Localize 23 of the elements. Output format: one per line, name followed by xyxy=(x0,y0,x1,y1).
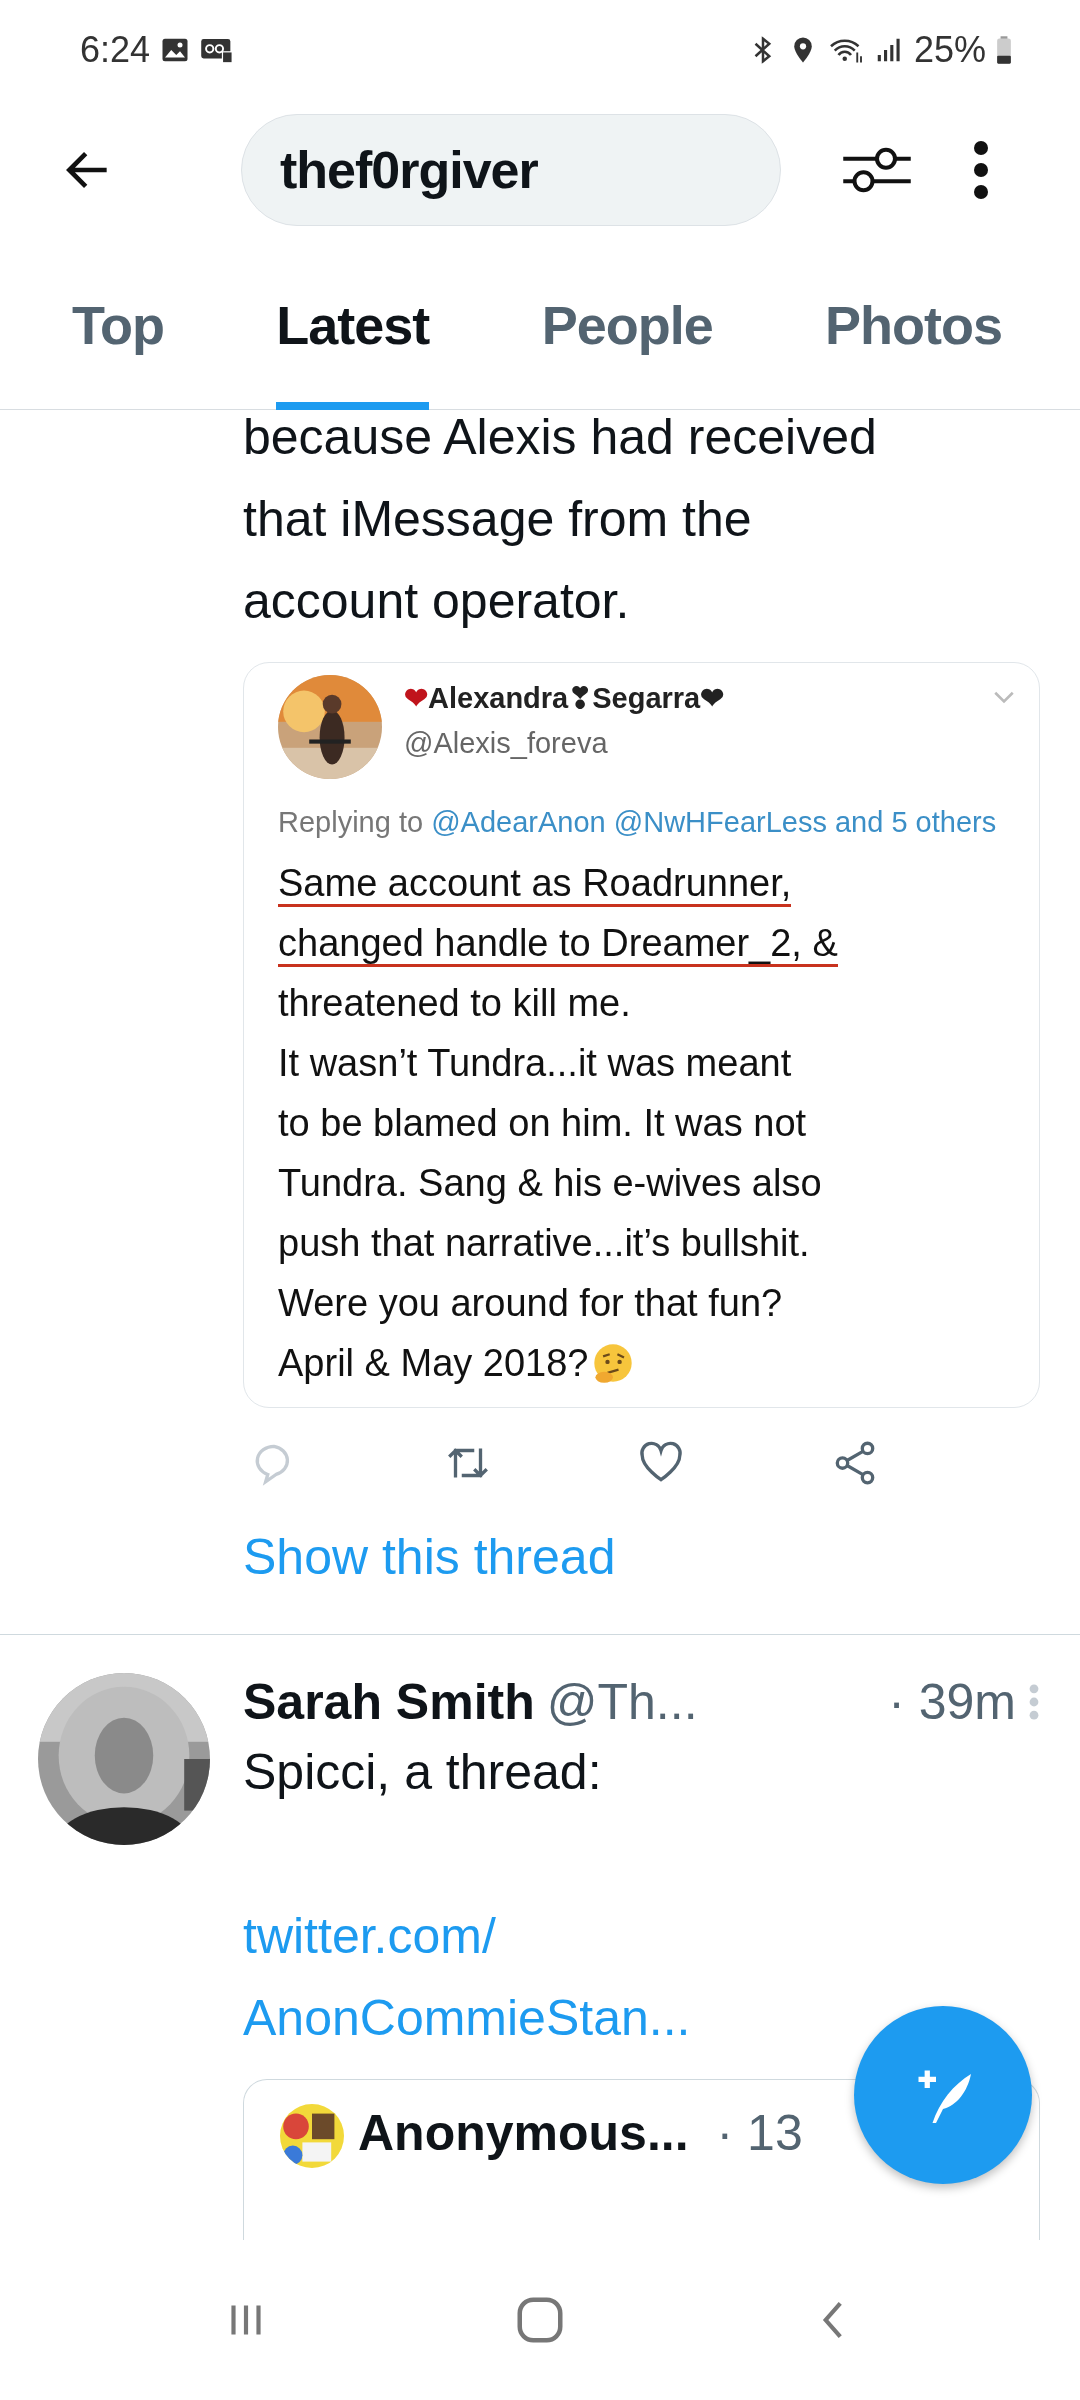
chevron-icon xyxy=(993,691,1015,705)
reply-context: Replying to @AdearAnon @NwHFearLess and 5 others xyxy=(278,805,998,840)
tab[interactable]: Top xyxy=(72,239,164,410)
tweet-text: because Alexis had received that iMessage from the account operator. xyxy=(243,410,878,631)
tweet-time: · 39m xyxy=(888,1673,1016,1731)
author-name: Sarah Smith xyxy=(243,1673,535,1731)
more-options-icon[interactable] xyxy=(971,139,991,201)
tweet-time: · 13 xyxy=(716,2104,803,2162)
search-field[interactable]: thef0rgiver xyxy=(241,114,781,226)
embedded-screenshot[interactable] xyxy=(243,662,1040,1408)
author-handle: @Th... xyxy=(546,1673,698,1731)
status-time: 6:24 xyxy=(80,29,151,71)
battery-percent: 25% xyxy=(913,29,986,71)
battery-icon xyxy=(996,35,1012,65)
author-name: ❤Alexandra❣Segarra❤ xyxy=(404,681,725,715)
tab[interactable]: Photos xyxy=(825,239,1002,410)
tab[interactable]: Latest xyxy=(276,239,430,410)
screenshot-tweet-text: Same account as Roadrunner, changed handle to Dreamer_2, & threatened to kill me. It wasn’t Tundra...it was meant to be blamed on him. It was not Tundra. Sang & his e-wives also push that narrative...it’s bullshit. Were you around for that fun? xyxy=(278,861,839,1326)
tab[interactable]: People xyxy=(541,239,713,410)
author-name: Anonymous... xyxy=(358,2104,689,2162)
screenshot-tweet-text: April & May 2018? xyxy=(278,1341,589,1386)
tweet-text: Spicci, a thread: xyxy=(243,1743,603,1802)
author-handle: @Alexis_foreva xyxy=(404,727,609,760)
